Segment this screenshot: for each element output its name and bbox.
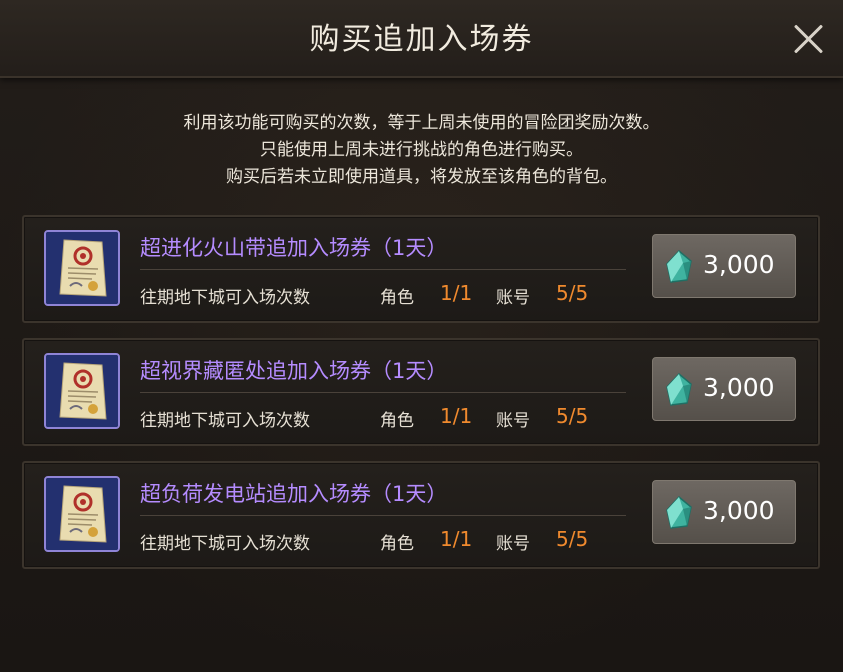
account-count: 5/5 [556, 404, 589, 428]
price: 3,000 [703, 496, 775, 525]
price: 3,000 [703, 373, 775, 402]
account-label: 账号 [496, 411, 530, 431]
role-label: 角色 [380, 288, 414, 308]
ticket-list: 超进化火山带追加入场券（1天） 往期地下城可入场次数 角色 1/1 账号 5/5… [22, 215, 820, 584]
close-icon[interactable] [791, 22, 825, 56]
stat-label: 往期地下城可入场次数 [140, 288, 310, 308]
account-label: 账号 [496, 534, 530, 554]
gem-icon [666, 373, 692, 406]
role-label: 角色 [380, 411, 414, 431]
description-line: 利用该功能可购买的次数，等于上周未使用的冒险团奖励次数。 [183, 113, 660, 133]
account-count: 5/5 [556, 527, 589, 551]
ticket-row: 超视界藏匿处追加入场券（1天） 往期地下城可入场次数 角色 1/1 账号 5/5… [22, 338, 820, 446]
ticket-scroll-icon[interactable] [44, 230, 120, 306]
divider [140, 515, 626, 516]
ticket-row: 超负荷发电站追加入场券（1天） 往期地下城可入场次数 角色 1/1 账号 5/5… [22, 461, 820, 569]
role-count: 1/1 [440, 527, 473, 551]
entry-counts: 往期地下城可入场次数 角色 1/1 账号 5/5 [140, 525, 640, 555]
buy-button[interactable]: 3,000 [652, 357, 796, 421]
ticket-row: 超进化火山带追加入场券（1天） 往期地下城可入场次数 角色 1/1 账号 5/5… [22, 215, 820, 323]
ticket-scroll-icon[interactable] [44, 476, 120, 552]
item-name: 超负荷发电站追加入场券（1天） [140, 482, 448, 506]
account-label: 账号 [496, 288, 530, 308]
stat-label: 往期地下城可入场次数 [140, 411, 310, 431]
ticket-scroll-icon[interactable] [44, 353, 120, 429]
entry-counts: 往期地下城可入场次数 角色 1/1 账号 5/5 [140, 279, 640, 309]
dialog-title: 购买追加入场券 [309, 22, 534, 57]
item-name: 超进化火山带追加入场券（1天） [140, 236, 448, 260]
item-name: 超视界藏匿处追加入场券（1天） [140, 359, 448, 383]
description-line: 只能使用上周未进行挑战的角色进行购买。 [260, 140, 583, 160]
buy-button[interactable]: 3,000 [652, 234, 796, 298]
role-count: 1/1 [440, 281, 473, 305]
buy-button[interactable]: 3,000 [652, 480, 796, 544]
stat-label: 往期地下城可入场次数 [140, 534, 310, 554]
description: 利用该功能可购买的次数，等于上周未使用的冒险团奖励次数。 只能使用上周未进行挑战… [0, 110, 843, 191]
account-count: 5/5 [556, 281, 589, 305]
price: 3,000 [703, 250, 775, 279]
role-count: 1/1 [440, 404, 473, 428]
gem-icon [666, 250, 692, 283]
entry-counts: 往期地下城可入场次数 角色 1/1 账号 5/5 [140, 402, 640, 432]
gem-icon [666, 496, 692, 529]
description-line: 购买后若未立即使用道具，将发放至该角色的背包。 [226, 167, 617, 187]
divider [140, 269, 626, 270]
divider [140, 392, 626, 393]
dialog-header: 购买追加入场券 [0, 0, 843, 78]
role-label: 角色 [380, 534, 414, 554]
